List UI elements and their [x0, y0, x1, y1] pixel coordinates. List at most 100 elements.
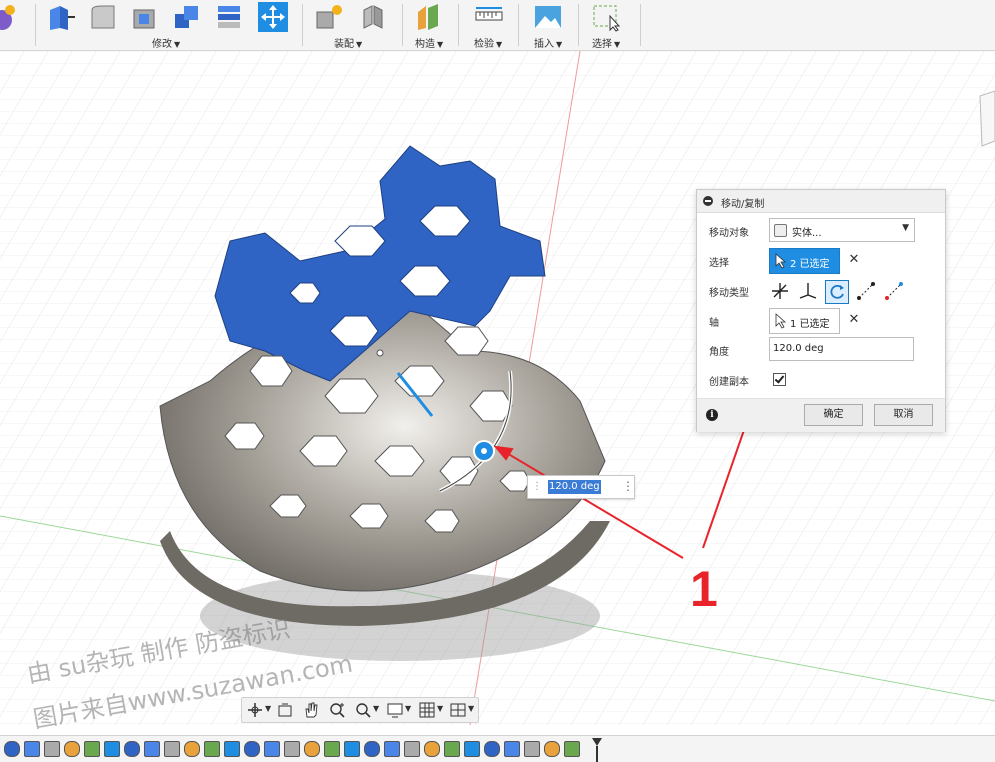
timeline-feature-icon[interactable]: [544, 741, 560, 757]
timeline-feature-icon[interactable]: [164, 741, 180, 757]
timeline-feature-icon[interactable]: [304, 741, 320, 757]
display-settings-icon[interactable]: [386, 701, 404, 719]
ok-button[interactable]: 确定: [804, 404, 863, 426]
ribbon-toolbar: 修改 ▼ 装配 ▼ 构造 ▼ 检验 ▼ 插入 ▼ 选择 ▼: [0, 0, 995, 51]
chevron-down-icon[interactable]: ▼: [437, 704, 443, 713]
dialog-footer: i 确定 取消: [697, 398, 945, 432]
chevron-down-icon[interactable]: ▼: [265, 704, 271, 713]
shell-icon[interactable]: [130, 2, 160, 32]
ribbon-group-assemble[interactable]: 装配 ▼: [334, 35, 362, 50]
floating-angle-value[interactable]: 120.0 deg: [548, 480, 601, 494]
timeline-marker-icon[interactable]: [590, 736, 604, 762]
move-object-select[interactable]: 实体... ▼: [769, 218, 915, 242]
new-component-icon[interactable]: [314, 2, 344, 32]
timeline-feature-icon[interactable]: [504, 741, 520, 757]
timeline-feature-icon[interactable]: [244, 741, 260, 757]
ribbon-group-insert[interactable]: 插入 ▼: [534, 35, 562, 50]
timeline-feature-icon[interactable]: [424, 741, 440, 757]
ribbon-group-inspect[interactable]: 检验 ▼: [474, 35, 502, 50]
timeline-feature-icon[interactable]: [184, 741, 200, 757]
view-cube[interactable]: [979, 90, 995, 147]
ribbon-group-modify[interactable]: 修改 ▼: [152, 35, 180, 50]
timeline-feature-icon[interactable]: [564, 741, 580, 757]
timeline-feature-icon[interactable]: [444, 741, 460, 757]
timeline-feature-icon[interactable]: [24, 741, 40, 757]
combine-icon[interactable]: [172, 2, 202, 32]
angle-input[interactable]: 120.0 deg: [769, 337, 914, 361]
chevron-down-icon[interactable]: ▼: [373, 704, 379, 713]
offset-face-icon[interactable]: [214, 2, 244, 32]
timeline-feature-icon[interactable]: [344, 741, 360, 757]
rotate-icon[interactable]: [825, 280, 849, 304]
axis-selection-button[interactable]: 1 已选定: [769, 308, 840, 334]
viewports-icon[interactable]: [449, 701, 467, 719]
axis-count: 1 已选定: [790, 319, 830, 330]
ribbon-separator: [578, 4, 579, 46]
point-to-position-icon[interactable]: [883, 280, 905, 302]
collapse-icon[interactable]: [703, 196, 713, 206]
selection-count: 2 已选定: [790, 259, 830, 270]
cancel-button[interactable]: 取消: [874, 404, 933, 426]
timeline-feature-icon[interactable]: [124, 741, 140, 757]
translate-icon[interactable]: [797, 280, 819, 302]
clear-axis-icon[interactable]: ✕: [847, 313, 861, 327]
timeline-feature-icon[interactable]: [144, 741, 160, 757]
clear-selection-icon[interactable]: ✕: [847, 253, 861, 267]
axis-label: 轴: [709, 318, 719, 329]
fit-view-icon[interactable]: [354, 701, 372, 719]
move-object-label: 移动对象: [709, 228, 749, 239]
grid-settings-icon[interactable]: [418, 701, 436, 719]
timeline-feature-icon[interactable]: [384, 741, 400, 757]
timeline-feature-icon[interactable]: [64, 741, 80, 757]
move-copy-icon[interactable]: [258, 2, 288, 32]
joint-icon[interactable]: [358, 2, 388, 32]
fillet-icon[interactable]: [88, 2, 118, 32]
point-to-point-icon[interactable]: [855, 280, 877, 302]
create-copy-checkbox[interactable]: [773, 373, 786, 386]
info-icon[interactable]: i: [706, 409, 718, 421]
offset-plane-icon[interactable]: [414, 2, 444, 32]
timeline-feature-icon[interactable]: [284, 741, 300, 757]
ribbon-separator: [458, 4, 459, 46]
create-copy-label: 创建副本: [709, 377, 749, 388]
free-move-icon[interactable]: [769, 280, 791, 302]
selection-button[interactable]: 2 已选定: [769, 248, 840, 274]
timeline-feature-icon[interactable]: [204, 741, 220, 757]
timeline-feature-icon[interactable]: [524, 741, 540, 757]
ribbon-group-construct[interactable]: 构造 ▼: [415, 35, 443, 50]
navigation-bar: ▼ ▼ ▼ ▼ ▼: [241, 697, 479, 723]
timeline-feature-icon[interactable]: [264, 741, 280, 757]
pan-hand-icon[interactable]: [302, 701, 320, 719]
timeline-feature-icon[interactable]: [224, 741, 240, 757]
timeline-feature-icon[interactable]: [84, 741, 100, 757]
timeline-feature-icon[interactable]: [364, 741, 380, 757]
timeline-feature-icon[interactable]: [104, 741, 120, 757]
timeline-feature-icon[interactable]: [404, 741, 420, 757]
look-at-icon[interactable]: [276, 701, 294, 719]
chevron-down-icon[interactable]: ▼: [405, 704, 411, 713]
move-type-label: 移动类型: [709, 288, 749, 299]
create-sketch-icon[interactable]: [0, 2, 18, 32]
angle-value: 120.0 deg: [773, 343, 824, 354]
timeline-feature-icon[interactable]: [324, 741, 340, 757]
body-icon: [774, 224, 787, 237]
zoom-icon[interactable]: [328, 701, 346, 719]
press-pull-icon[interactable]: [46, 2, 76, 32]
timeline-feature-icon[interactable]: [44, 741, 60, 757]
select-icon[interactable]: [592, 2, 622, 32]
ribbon-separator: [402, 4, 403, 46]
timeline-feature-icon[interactable]: [464, 741, 480, 757]
measure-icon[interactable]: [474, 2, 504, 32]
more-options-icon[interactable]: ⋮: [622, 479, 634, 495]
timeline-feature-icon[interactable]: [4, 741, 20, 757]
insert-image-icon[interactable]: [533, 2, 563, 32]
timeline-feature-icon[interactable]: [484, 741, 500, 757]
drag-grip-icon[interactable]: ⋮: [532, 479, 542, 495]
angle-label: 角度: [709, 347, 729, 358]
axis-endpoint: [376, 349, 384, 357]
ribbon-group-select[interactable]: 选择 ▼: [592, 35, 620, 50]
dialog-header[interactable]: 移动/复制: [697, 190, 945, 213]
orbit-icon[interactable]: [246, 701, 264, 719]
floating-angle-input[interactable]: ⋮ 120.0 deg ⋮: [527, 475, 635, 499]
chevron-down-icon[interactable]: ▼: [468, 704, 474, 713]
